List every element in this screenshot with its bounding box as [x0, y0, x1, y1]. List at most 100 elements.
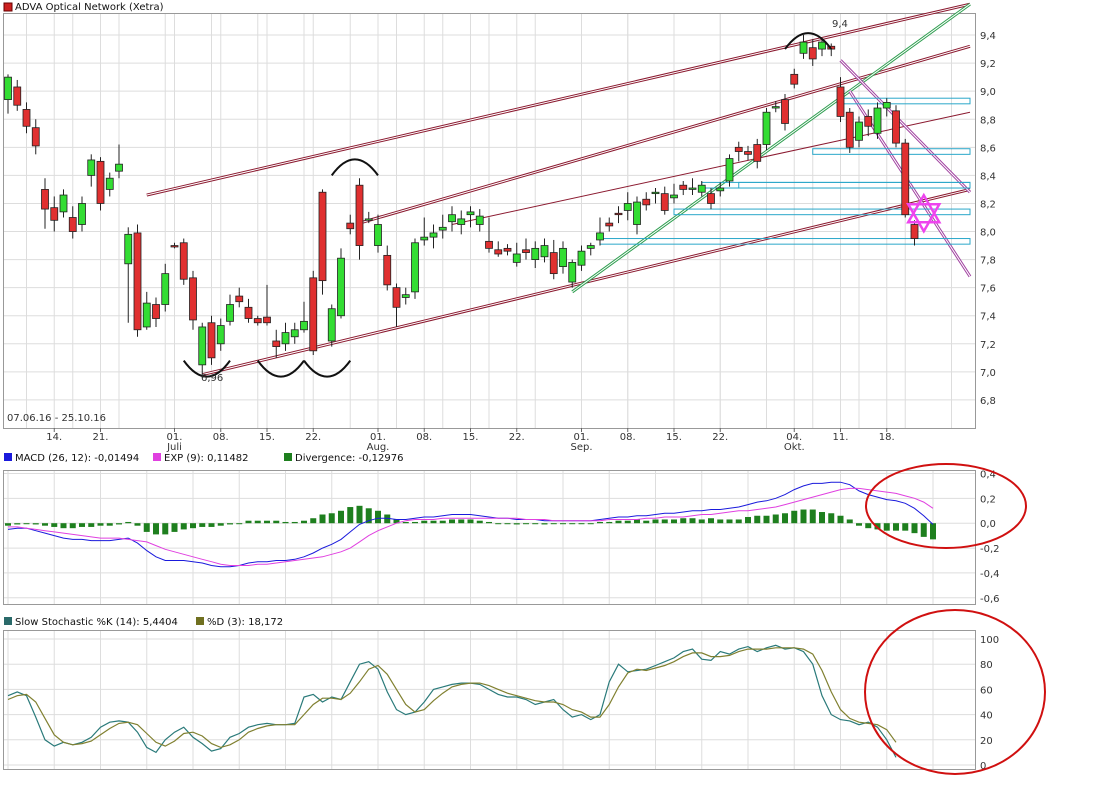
- divergence-bar: [597, 521, 603, 524]
- divergence-bar: [800, 509, 807, 524]
- candle-body: [744, 151, 752, 155]
- candle-body: [179, 242, 188, 280]
- candle-body: [818, 41, 826, 50]
- resistance-box: [701, 181, 971, 189]
- divergence-bar: [726, 519, 733, 524]
- candle-body: [327, 308, 336, 342]
- divergence-bar: [745, 516, 751, 524]
- divergence-bar: [291, 521, 298, 524]
- divergence-bar: [569, 523, 576, 525]
- candle-body: [605, 222, 614, 227]
- divergence-bar: [116, 523, 122, 525]
- candle-body: [411, 242, 419, 293]
- divergence-bar: [856, 523, 862, 526]
- divergence-bar: [356, 505, 363, 524]
- divergence-bar: [550, 523, 557, 525]
- candle-body: [78, 203, 86, 225]
- price-x-month-label: Aug.: [367, 442, 390, 453]
- divergence-bar: [717, 519, 724, 524]
- k-legend-label: Slow Stochastic %K (14): 5,4404: [15, 617, 178, 628]
- divergence-bar: [698, 519, 705, 524]
- macd-legend-swatch: [4, 453, 12, 461]
- candle-body: [633, 201, 641, 225]
- divergence-bar: [97, 523, 104, 526]
- candle-body: [59, 194, 68, 213]
- divergence-bar: [634, 519, 640, 524]
- candle-body: [614, 212, 623, 216]
- candle-body: [87, 159, 96, 176]
- candle-body: [189, 277, 197, 321]
- candle-body: [725, 158, 734, 182]
- candle-body: [577, 250, 586, 266]
- divergence-bar: [273, 520, 280, 524]
- divergence-bar: [735, 519, 742, 524]
- candle-body: [318, 191, 327, 282]
- divergence-bar: [319, 514, 326, 524]
- divergence-bar: [51, 523, 58, 527]
- divergence-bar: [661, 519, 668, 524]
- divergence-bar: [643, 520, 650, 524]
- price-x-tick-label: 08.: [213, 432, 229, 443]
- candle-body: [697, 184, 706, 193]
- divergence-bar: [708, 518, 714, 524]
- low-annotation: 6,96: [201, 373, 223, 384]
- divergence-bar: [458, 519, 465, 524]
- divergence-bar: [587, 523, 594, 525]
- macd-y-tick-label: 0,2: [980, 494, 996, 505]
- macd-legend: MACD (26, 12): -0,01494 EXP (9): 0,11482…: [4, 453, 403, 464]
- price-y-tick-label: 7,6: [980, 284, 996, 295]
- chart-title: ADVA Optical Network (Xetra): [15, 2, 164, 13]
- divergence-bar: [772, 514, 779, 524]
- price-x-tick-label: 21.: [93, 432, 109, 443]
- candle-body: [13, 86, 22, 106]
- candle-body: [392, 287, 401, 308]
- divergence-bar: [375, 510, 381, 524]
- divergence-bar: [671, 519, 677, 524]
- divergence-bar: [208, 523, 215, 527]
- candle-body: [420, 236, 429, 241]
- macd-legend-label: MACD (26, 12): -0,01494: [15, 453, 139, 464]
- divergence-bar: [763, 515, 770, 524]
- divergence-bar: [301, 520, 307, 524]
- price-y-tick-label: 7,2: [980, 340, 996, 351]
- divergence-bar: [430, 520, 437, 524]
- k-legend-swatch: [4, 617, 12, 625]
- candle-body: [337, 257, 345, 317]
- stochastic-legend: Slow Stochastic %K (14): 5,4404 %D (3): …: [4, 617, 283, 628]
- divergence-bar: [652, 519, 659, 524]
- candle-body: [512, 253, 521, 263]
- candle-body: [364, 218, 373, 221]
- divergence-bar: [162, 523, 169, 535]
- divergence-bar: [125, 521, 132, 524]
- macd-grid: [4, 471, 975, 604]
- price-y-tick-label: 8,2: [980, 199, 996, 210]
- divergence-bar: [578, 523, 585, 525]
- macd-y-tick-label: -0,2: [980, 544, 1000, 555]
- price-x-tick-label: 18.: [879, 432, 895, 443]
- divergence-bar: [310, 518, 317, 524]
- candle-body: [124, 233, 133, 265]
- candle-body: [873, 107, 882, 134]
- divergence-bar: [412, 521, 418, 524]
- divergence-bar: [79, 523, 85, 527]
- price-y-tick-label: 8,8: [980, 115, 996, 126]
- candle-body: [142, 302, 151, 328]
- divergence-bar: [560, 523, 566, 525]
- price-x-axis: 14. 21. 01.Juli08. 15. 22. 01.Aug.08. 15. 22. 01…: [46, 428, 895, 453]
- price-x-month-label: Okt.: [784, 442, 805, 453]
- candle-body: [272, 340, 281, 348]
- divergence-bar: [883, 523, 890, 531]
- macd-y-tick-label: -0,4: [980, 569, 1000, 580]
- candle-body: [226, 304, 234, 322]
- candle-body: [651, 191, 660, 195]
- divergence-bar: [236, 523, 243, 525]
- candle-body: [762, 111, 771, 145]
- trend-line-inner: [571, 3, 971, 293]
- candle-body: [50, 207, 59, 221]
- divergence-bar: [624, 520, 631, 524]
- price-x-tick-label: 08.: [620, 432, 636, 443]
- price-x-tick-label: 22.: [509, 432, 525, 443]
- candle-body: [41, 189, 49, 210]
- divergence-bar: [264, 520, 270, 524]
- candle-body: [855, 121, 863, 141]
